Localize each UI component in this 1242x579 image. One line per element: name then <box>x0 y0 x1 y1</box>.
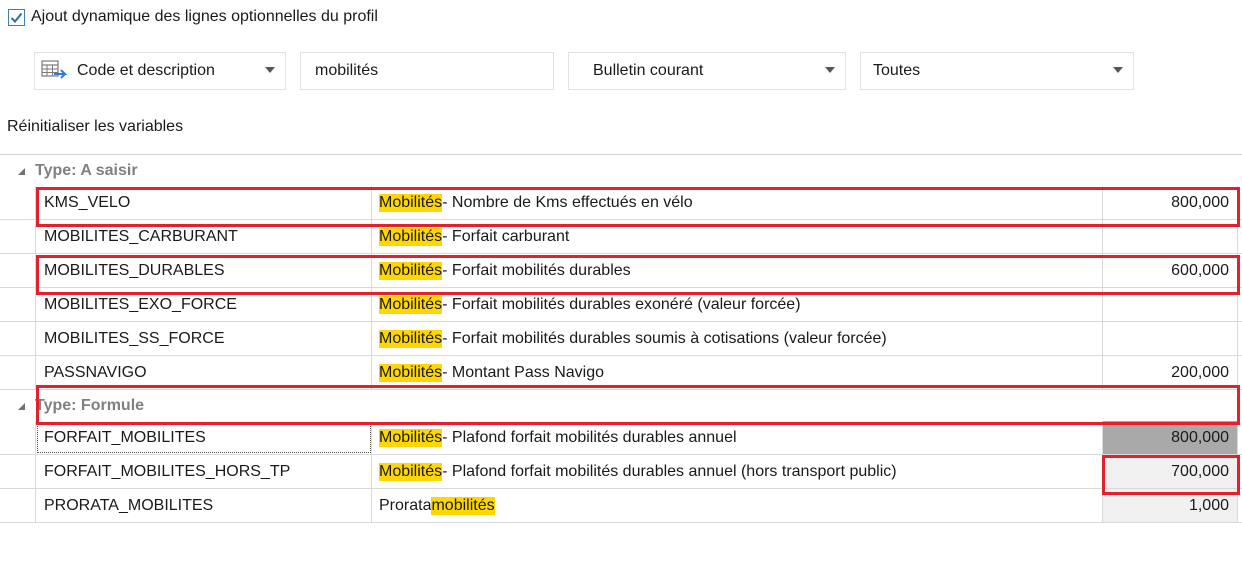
group-label: Type: Formule <box>35 396 145 414</box>
variables-grid: Type: A saisir KMS_VELO Mobilités - Nomb… <box>0 154 1242 579</box>
description-cell[interactable]: Mobilités - Forfait mobilités durables s… <box>372 322 1103 355</box>
row-indent <box>0 254 36 287</box>
code-cell[interactable]: MOBILITES_EXO_FORCE <box>36 288 372 321</box>
description-cell[interactable]: Mobilités - Plafond forfait mobilités du… <box>372 421 1103 454</box>
filter-toolbar: Code et description mobilités Bulletin c… <box>34 52 1134 90</box>
description-cell[interactable]: Mobilités - Plafond forfait mobilités du… <box>372 455 1103 488</box>
bulletin-filter-label: Bulletin courant <box>593 62 704 79</box>
description-text: - Forfait mobilités durables <box>442 261 631 279</box>
value-cell[interactable] <box>1103 288 1238 321</box>
table-row[interactable]: KMS_VELO Mobilités - Nombre de Kms effec… <box>0 186 1242 220</box>
group-header-a-saisir[interactable]: Type: A saisir <box>0 155 1242 186</box>
table-row[interactable]: MOBILITES_DURABLES Mobilités - Forfait m… <box>0 254 1242 288</box>
reset-variables-link[interactable]: Réinitialiser les variables <box>7 118 183 136</box>
chevron-down-icon <box>265 67 275 73</box>
row-indent <box>0 421 36 454</box>
code-cell[interactable]: MOBILITES_DURABLES <box>36 254 372 287</box>
checkmark-icon <box>10 12 23 23</box>
description-cell[interactable]: Prorata mobilités <box>372 489 1103 522</box>
table-columns-icon <box>41 60 67 79</box>
dynamic-lines-checkbox[interactable] <box>8 8 25 26</box>
value-cell[interactable]: 600,000 <box>1103 254 1238 287</box>
search-highlight: Mobilités <box>379 295 443 314</box>
code-cell[interactable]: MOBILITES_SS_FORCE <box>36 322 372 355</box>
description-cell[interactable]: Mobilités - Nombre de Kms effectués en v… <box>372 186 1103 219</box>
description-cell[interactable]: Mobilités - Forfait mobilités durables <box>372 254 1103 287</box>
description-text: - Forfait mobilités durables soumis à co… <box>442 329 887 347</box>
display-mode-dropdown[interactable]: Code et description <box>34 52 286 90</box>
table-row[interactable]: PRORATA_MOBILITES Prorata mobilités 1,00… <box>0 489 1242 523</box>
chevron-down-icon <box>1113 67 1123 73</box>
description-cell[interactable]: Mobilités - Montant Pass Navigo <box>372 356 1103 389</box>
code-cell[interactable]: FORFAIT_MOBILITES_HORS_TP <box>36 455 372 488</box>
table-row[interactable]: FORFAIT_MOBILITES Mobilités - Plafond fo… <box>0 421 1242 455</box>
value-cell[interactable]: 1,000 <box>1103 489 1238 522</box>
scope-filter-dropdown[interactable]: Toutes <box>860 52 1134 90</box>
group-label: Type: A saisir <box>35 161 138 179</box>
description-text: - Montant Pass Navigo <box>442 363 604 381</box>
search-highlight: Mobilités <box>379 428 443 447</box>
search-highlight: Mobilités <box>379 329 443 348</box>
dynamic-lines-label: Ajout dynamique des lignes optionnelles … <box>31 8 378 25</box>
row-indent <box>0 220 36 253</box>
row-indent <box>0 186 36 219</box>
row-indent <box>0 288 36 321</box>
description-prefix: Prorata <box>379 496 432 514</box>
display-mode-label: Code et description <box>77 62 215 79</box>
value-cell[interactable]: 200,000 <box>1103 356 1238 389</box>
value-cell[interactable]: 700,000 <box>1103 455 1238 488</box>
search-highlight: Mobilités <box>379 462 443 481</box>
value-cell[interactable]: 800,000 <box>1103 421 1238 454</box>
description-text: - Plafond forfait mobilités durables ann… <box>442 462 897 480</box>
collapse-triangle-icon[interactable] <box>18 168 25 175</box>
row-indent <box>0 455 36 488</box>
row-indent <box>0 322 36 355</box>
code-cell[interactable]: FORFAIT_MOBILITES <box>36 421 372 454</box>
table-row[interactable]: MOBILITES_EXO_FORCE Mobilités - Forfait … <box>0 288 1242 322</box>
search-highlight: Mobilités <box>379 193 443 212</box>
search-input[interactable]: mobilités <box>300 52 554 90</box>
search-highlight: mobilités <box>431 496 495 515</box>
table-row[interactable]: MOBILITES_CARBURANT Mobilités - Forfait … <box>0 220 1242 254</box>
row-indent <box>0 356 36 389</box>
table-row[interactable]: PASSNAVIGO Mobilités - Montant Pass Navi… <box>0 356 1242 390</box>
search-highlight: Mobilités <box>379 363 443 382</box>
table-row[interactable]: MOBILITES_SS_FORCE Mobilités - Forfait m… <box>0 322 1242 356</box>
value-cell[interactable] <box>1103 322 1238 355</box>
code-cell[interactable]: MOBILITES_CARBURANT <box>36 220 372 253</box>
code-cell[interactable]: KMS_VELO <box>36 186 372 219</box>
scope-filter-label: Toutes <box>873 62 921 79</box>
description-cell[interactable]: Mobilités - Forfait mobilités durables e… <box>372 288 1103 321</box>
description-text: - Nombre de Kms effectués en vélo <box>442 193 693 211</box>
table-row[interactable]: FORFAIT_MOBILITES_HORS_TP Mobilités - Pl… <box>0 455 1242 489</box>
value-cell[interactable] <box>1103 220 1238 253</box>
description-text: - Plafond forfait mobilités durables ann… <box>442 428 737 446</box>
description-cell[interactable]: Mobilités - Forfait carburant <box>372 220 1103 253</box>
chevron-down-icon <box>825 67 835 73</box>
search-highlight: Mobilités <box>379 227 443 246</box>
group-header-formule[interactable]: Type: Formule <box>0 390 1242 421</box>
description-text: - Forfait carburant <box>442 227 570 245</box>
row-indent <box>0 489 36 522</box>
code-cell[interactable]: PRORATA_MOBILITES <box>36 489 372 522</box>
search-highlight: Mobilités <box>379 261 443 280</box>
search-value: mobilités <box>315 62 379 79</box>
description-text: - Forfait mobilités durables exonéré (va… <box>442 295 801 313</box>
dynamic-lines-option[interactable]: Ajout dynamique des lignes optionnelles … <box>8 6 378 28</box>
collapse-triangle-icon[interactable] <box>18 403 25 410</box>
value-cell[interactable]: 800,000 <box>1103 186 1238 219</box>
code-cell[interactable]: PASSNAVIGO <box>36 356 372 389</box>
bulletin-filter-dropdown[interactable]: Bulletin courant <box>568 52 846 90</box>
